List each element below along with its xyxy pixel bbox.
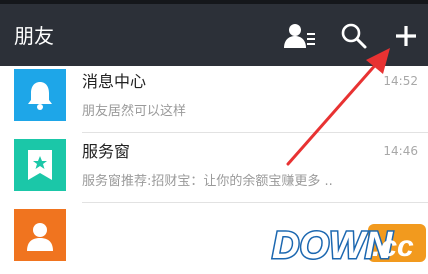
conversation-time: 14:46 [383,144,418,158]
add-button[interactable] [388,18,424,54]
star-bookmark-icon [28,150,52,180]
top-bar: 朋友 [0,0,428,66]
conversation-snippet: 朋友居然可以这样 [82,104,187,119]
message-center-avatar [14,69,66,121]
bell-icon [28,82,52,110]
page-title: 朋友 [14,24,54,48]
contacts-button[interactable] [282,18,318,54]
conversation-snippet: 服务窗推荐:招财宝：让你的余额宝赚更多 .. [82,174,333,189]
conversation-time: 14:52 [383,74,418,88]
conversation-name: 消息中心 [82,72,147,91]
conversation-name: 服务窗 [82,142,131,161]
list-item-service-window[interactable]: 服务窗 服务窗推荐:招财宝：让你的余额宝赚更多 .. 14:46 [0,136,428,204]
search-icon [341,23,367,49]
watermark-logo: DOWN .cc [268,222,428,269]
status-strip [0,0,428,4]
list-item-message-center[interactable]: 消息中心 朋友居然可以这样 14:52 [0,66,428,134]
contacts-icon [284,24,315,48]
add-icon [396,26,416,46]
person-icon [27,223,53,251]
list-divider [82,132,428,133]
contact-avatar [14,209,66,261]
search-button[interactable] [336,18,372,54]
list-divider [82,202,428,203]
service-window-avatar [14,139,66,191]
svg-text:.cc: .cc [372,230,414,263]
